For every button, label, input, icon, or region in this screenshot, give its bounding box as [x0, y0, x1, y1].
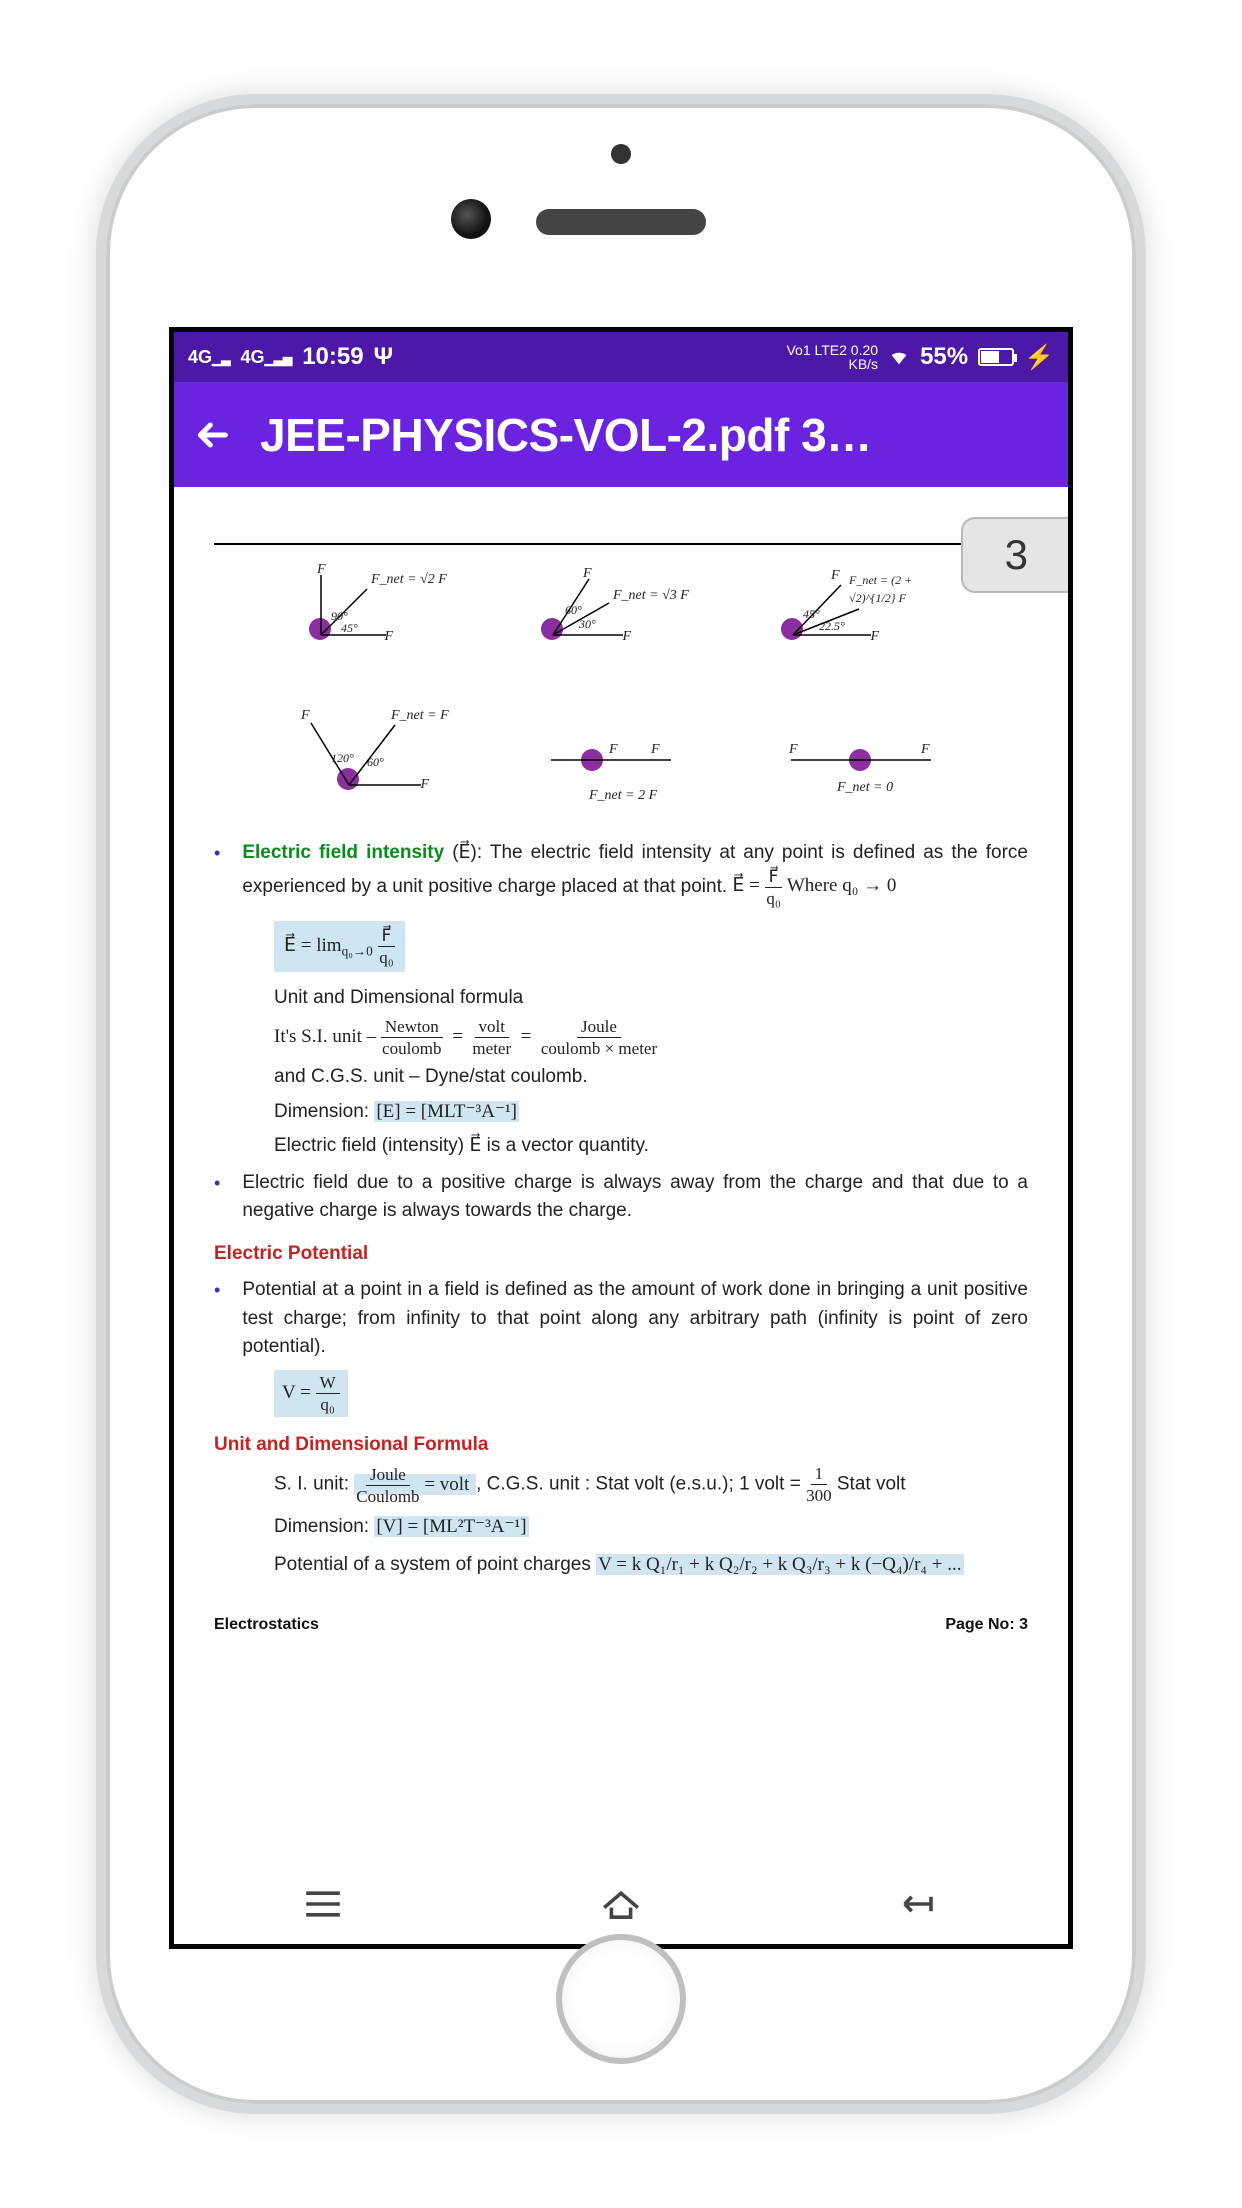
potential-si-unit: S. I. unit: JouleCoulomb = volt , C.G.S.… [274, 1465, 1028, 1505]
app-title: JEE-PHYSICS-VOL-2.pdf 3… [260, 408, 872, 462]
back-button[interactable] [192, 415, 232, 455]
phone-speaker [536, 209, 706, 235]
efield-si-units: It's S.I. unit – Newtoncoulomb = voltmet… [274, 1018, 1028, 1057]
screen: 4G▁▃ 4G▁▃▅ 10:59 Ψ Vo1 LTE2 0.20 KB/s 55… [169, 327, 1073, 1949]
potential-system-eq: Potential of a system of point charges V… [274, 1551, 1028, 1580]
efield-vector: Electric field (intensity) E⃗ is a vecto… [274, 1132, 1028, 1161]
data-rate: Vo1 LTE2 0.20 KB/s [786, 343, 878, 371]
wifi-icon [888, 346, 910, 368]
battery-icon [978, 348, 1014, 366]
footer-topic: Electrostatics [214, 1616, 319, 1634]
nav-back-button[interactable] [889, 1884, 949, 1924]
bullet-icon: • [214, 839, 220, 907]
unit-dim-heading: Unit and Dimensional formula [274, 984, 1028, 1013]
efield-dimension: Dimension: [E] = [MLT⁻³A⁻¹] [274, 1098, 1028, 1127]
phone-home-button [556, 1934, 686, 2064]
charging-icon: ⚡ [1024, 343, 1054, 372]
efield-cgs: and C.G.S. unit – Dyne/stat coulomb. [274, 1063, 1028, 1092]
diagram-60deg: F F 60° 30° F_net = √3 F [531, 555, 711, 665]
efield-eq-inline: E⃗ = F⃗q₀ Where q₀ → 0 [732, 875, 896, 896]
bullet-efield-direction: • Electric field due to a positive charg… [214, 1169, 1028, 1226]
nav-recents-button[interactable] [293, 1884, 353, 1924]
usb-icon: Ψ [374, 343, 393, 371]
potential-eq: V = Wq₀ [274, 1370, 1028, 1417]
bullet-potential-def: • Potential at a point in a field is def… [214, 1276, 1028, 1362]
diagram-120deg: F F 120° 60° F_net = F [291, 695, 471, 815]
efield-heading: Electric field intensity [242, 842, 444, 863]
footer-page-no: Page No: 3 [945, 1616, 1028, 1634]
phone-front-camera [451, 199, 491, 239]
diagram-opposite: F F F_net = 0 [771, 695, 951, 815]
unit-pot-heading: Unit and Dimensional Formula [214, 1431, 1028, 1460]
status-time: 10:59 [302, 343, 363, 371]
page-indicator: 3 [961, 517, 1068, 593]
efield-limit-eq: E⃗ = limq₀→0 F⃗q₀ [274, 921, 1028, 972]
pdf-viewer[interactable]: 3 F F 90° 45° F_net = √2 F [174, 487, 1068, 1864]
page-footer: Electrostatics Page No: 3 [174, 1616, 1068, 1634]
bullet-icon: • [214, 1276, 220, 1362]
system-nav-bar [174, 1864, 1068, 1944]
network-indicator-2: 4G▁▃▅ [240, 347, 292, 368]
app-bar: JEE-PHYSICS-VOL-2.pdf 3… [174, 382, 1068, 487]
battery-percent: 55% [920, 343, 968, 371]
bullet-efield-def: • Electric field intensity (E⃗): The ele… [214, 839, 1028, 907]
nav-home-button[interactable] [591, 1884, 651, 1924]
diagram-collinear-same: F F F_net = 2 F [531, 695, 711, 815]
potential-heading: Electric Potential [214, 1240, 1028, 1269]
diagram-45deg: F F 45° 22.5° F_net = (2 + √2)^{1/2} F [771, 555, 951, 665]
diagram-90deg: F F 90° 45° F_net = √2 F [291, 555, 471, 665]
pdf-page: F F 90° 45° F_net = √2 F F F 60° [174, 487, 1068, 1600]
phone-mockup-frame: 4G▁▃ 4G▁▃▅ 10:59 Ψ Vo1 LTE2 0.20 KB/s 55… [96, 94, 1146, 2114]
status-bar: 4G▁▃ 4G▁▃▅ 10:59 Ψ Vo1 LTE2 0.20 KB/s 55… [174, 332, 1068, 382]
force-diagrams: F F 90° 45° F_net = √2 F F F 60° [214, 555, 1028, 815]
potential-dimension: Dimension: [V] = [ML²T⁻³A⁻¹] [274, 1513, 1028, 1542]
network-indicator-1: 4G▁▃ [188, 347, 230, 368]
bullet-icon: • [214, 1169, 220, 1226]
